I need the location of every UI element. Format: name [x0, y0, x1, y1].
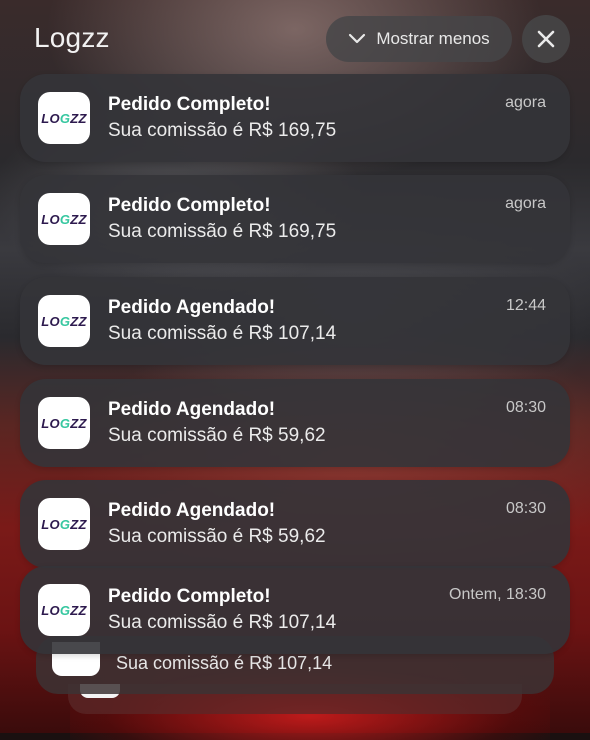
notification-title: Pedido Completo! [108, 195, 271, 216]
logzz-logo: LOGZZ [41, 313, 87, 329]
notification-time: agora [505, 94, 546, 111]
notification-title: Pedido Agendado! [108, 297, 276, 318]
show-less-button[interactable]: Mostrar menos [326, 16, 512, 62]
notification-body: Sua comissão é R$ 107,14 [108, 323, 337, 344]
logzz-app-icon: LOGZZ [38, 498, 90, 550]
notification-time: Ontem, 18:30 [449, 586, 546, 603]
notification-card[interactable]: LOGZZ Pedido Agendado! Sua comissão é R$… [20, 277, 570, 365]
notification-card[interactable]: LOGZZ Pedido Agendado! Sua comissão é R$… [20, 480, 570, 568]
notification-body: Sua comissão é R$ 59,62 [108, 425, 326, 446]
notification-title: Pedido Completo! [108, 586, 271, 607]
logzz-logo: LOGZZ [41, 211, 87, 227]
logzz-logo: LOGZZ [41, 602, 87, 618]
notification-body: Sua comissão é R$ 107,14 [108, 612, 337, 633]
notification-card[interactable]: LOGZZ Pedido Agendado! Sua comissão é R$… [20, 379, 570, 467]
notification-body: Sua comissão é R$ 169,75 [108, 120, 337, 141]
notification-time: 08:30 [505, 399, 546, 416]
notification-body: Sua comissão é R$ 59,62 [108, 526, 326, 547]
notification-title: Pedido Agendado! [108, 500, 276, 521]
logzz-app-icon: LOGZZ [38, 397, 90, 449]
logzz-app-icon: LOGZZ [38, 92, 90, 144]
notification-time: agora [505, 195, 546, 212]
logzz-app-icon: LOGZZ [38, 295, 90, 347]
logzz-logo: LOGZZ [41, 110, 87, 126]
logzz-logo: LOGZZ [41, 516, 87, 532]
notification-card[interactable]: LOGZZ Pedido Completo! Sua comissão é R$… [20, 74, 570, 162]
clear-notifications-button[interactable] [522, 15, 570, 63]
chevron-down-icon [349, 33, 366, 44]
notification-title: Pedido Agendado! [108, 399, 276, 420]
notification-card[interactable]: LOGZZ Pedido Completo! Sua comissão é R$… [20, 175, 570, 263]
notification-time: 08:30 [505, 500, 546, 517]
logzz-app-icon: LOGZZ [38, 193, 90, 245]
show-less-label: Mostrar menos [376, 29, 490, 48]
app-group-title: Logzz [34, 22, 110, 53]
notification-card[interactable]: LOGZZ Pedido Completo! Sua comissão é R$… [20, 566, 570, 654]
logzz-app-icon: LOGZZ [38, 584, 90, 636]
notification-body: Sua comissão é R$ 169,75 [108, 221, 337, 242]
notification-title: Pedido Completo! [108, 94, 271, 115]
logzz-logo: LOGZZ [41, 415, 87, 431]
close-icon [537, 30, 555, 48]
notification-time: 12:44 [505, 297, 546, 314]
notification-body: Sua comissão é R$ 107,14 [116, 653, 333, 673]
